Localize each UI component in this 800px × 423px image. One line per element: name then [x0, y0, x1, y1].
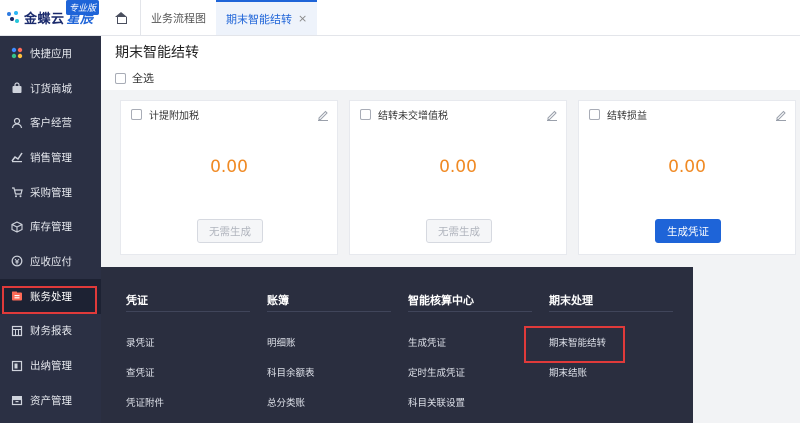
select-all-label: 全选 — [132, 72, 154, 85]
asset-icon — [10, 393, 24, 407]
menu-item-query-voucher[interactable]: 查凭证 — [126, 357, 250, 387]
grid-icon — [10, 46, 24, 60]
edit-icon[interactable] — [775, 109, 787, 121]
no-need-generate-button[interactable]: 无需生成 — [426, 219, 492, 243]
menu-item-scheduled-voucher[interactable]: 定时生成凭证 — [408, 357, 532, 387]
edit-icon[interactable] — [317, 109, 329, 121]
tab-business-flow[interactable]: 业务流程图 — [141, 0, 216, 35]
card-checkbox[interactable] — [589, 108, 600, 120]
menu-item-account-balance[interactable]: 科目余额表 — [267, 357, 391, 387]
edition-badge: 专业版 — [65, 0, 99, 15]
logo-mark-icon — [6, 10, 20, 25]
sidebar-item-quick-apps[interactable]: 快捷应用 — [0, 36, 101, 71]
no-need-generate-button[interactable]: 无需生成 — [197, 219, 263, 243]
edit-icon[interactable] — [546, 109, 558, 121]
sidebar-item-sales[interactable]: 销售管理 — [0, 140, 101, 175]
cashier-icon — [10, 359, 24, 373]
sidebar-item-order-mall[interactable]: 订货商城 — [0, 71, 101, 106]
bag-icon — [10, 81, 24, 95]
column-title: 期末处理 — [549, 267, 673, 312]
card-amount: 0.00 — [210, 157, 248, 177]
tab-period-end-transfer[interactable]: 期末智能结转 × — [216, 0, 318, 35]
menu-item-generate-voucher[interactable]: 生成凭证 — [408, 327, 532, 357]
sidebar-item-inventory[interactable]: 库存管理 — [0, 209, 101, 244]
menu-item-general-ledger[interactable]: 总分类账 — [267, 387, 391, 417]
accounting-icon — [10, 289, 24, 303]
card-checkbox[interactable] — [360, 108, 371, 120]
sidebar-item-purchase[interactable]: 采购管理 — [0, 175, 101, 210]
dropdown-column-voucher: 凭证 录凭证 查凭证 凭证附件 — [126, 267, 250, 417]
page-header: 期末智能结转 全选 — [101, 36, 800, 90]
dropdown-column-period-end: 期末处理 期末智能结转 期末结账 — [549, 267, 673, 387]
card-amount: 0.00 — [439, 157, 477, 177]
receivable-icon — [10, 254, 24, 268]
dropdown-column-ledger: 账簿 明细账 科目余额表 总分类账 — [267, 267, 391, 417]
sales-icon — [10, 150, 24, 164]
tab-home[interactable] — [101, 0, 141, 35]
accounting-dropdown-panel: 凭证 录凭证 查凭证 凭证附件 账簿 明细账 科目余额表 总分类账 智能核算中心… — [101, 267, 693, 423]
sidebar: 金蝶云 星辰 专业版 快捷应用 订货商城 客户经营 销售管理 采购管理 库存管理… — [0, 0, 101, 423]
sidebar-item-customer[interactable]: 客户经营 — [0, 105, 101, 140]
menu-item-period-end-transfer[interactable]: 期末智能结转 — [549, 327, 673, 357]
customer-icon — [10, 116, 24, 130]
sidebar-item-asset[interactable]: 资产管理 — [0, 383, 101, 418]
logo[interactable]: 金蝶云 星辰 专业版 — [0, 0, 101, 36]
card-unpaid-vat: 结转未交增值税 0.00 无需生成 — [349, 100, 567, 255]
tab-close-icon[interactable]: × — [298, 12, 307, 25]
select-all-checkbox[interactable] — [115, 72, 126, 84]
transfer-cards: 计提附加税 0.00 无需生成 结转未交增值税 0.00 无需生成 结转损益 0… — [120, 100, 800, 290]
column-title: 账簿 — [267, 267, 391, 312]
select-all[interactable]: 全选 — [115, 70, 786, 86]
sidebar-item-cashier[interactable]: 出纳管理 — [0, 348, 101, 383]
sidebar-item-receivable[interactable]: 应收应付 — [0, 244, 101, 279]
card-profit-loss: 结转损益 0.00 生成凭证 — [578, 100, 796, 255]
card-title: 结转损益 — [607, 110, 647, 122]
card-checkbox[interactable] — [131, 108, 142, 120]
card-title: 结转未交增值税 — [378, 110, 448, 122]
generate-voucher-button[interactable]: 生成凭证 — [655, 219, 721, 243]
menu-item-voucher-attachment[interactable]: 凭证附件 — [126, 387, 250, 417]
column-title: 凭证 — [126, 267, 250, 312]
column-title: 智能核算中心 — [408, 267, 532, 312]
cube-icon — [10, 220, 24, 234]
home-icon — [114, 11, 128, 24]
dropdown-column-smart-accounting: 智能核算中心 生成凭证 定时生成凭证 科目关联设置 — [408, 267, 532, 417]
tab-bar: 业务流程图 期末智能结转 × — [101, 0, 800, 36]
card-surtax: 计提附加税 0.00 无需生成 — [120, 100, 338, 255]
cart-icon — [10, 185, 24, 199]
card-title: 计提附加税 — [149, 110, 199, 122]
menu-item-account-mapping[interactable]: 科目关联设置 — [408, 387, 532, 417]
menu-item-record-voucher[interactable]: 录凭证 — [126, 327, 250, 357]
sidebar-item-financial-report[interactable]: 财务报表 — [0, 314, 101, 349]
sidebar-item-accounting[interactable]: 账务处理 — [0, 278, 101, 314]
menu-item-detail-ledger[interactable]: 明细账 — [267, 327, 391, 357]
card-amount: 0.00 — [668, 157, 706, 177]
menu-item-period-end-close[interactable]: 期末结账 — [549, 357, 673, 387]
report-icon — [10, 324, 24, 338]
page-title: 期末智能结转 — [115, 45, 199, 61]
